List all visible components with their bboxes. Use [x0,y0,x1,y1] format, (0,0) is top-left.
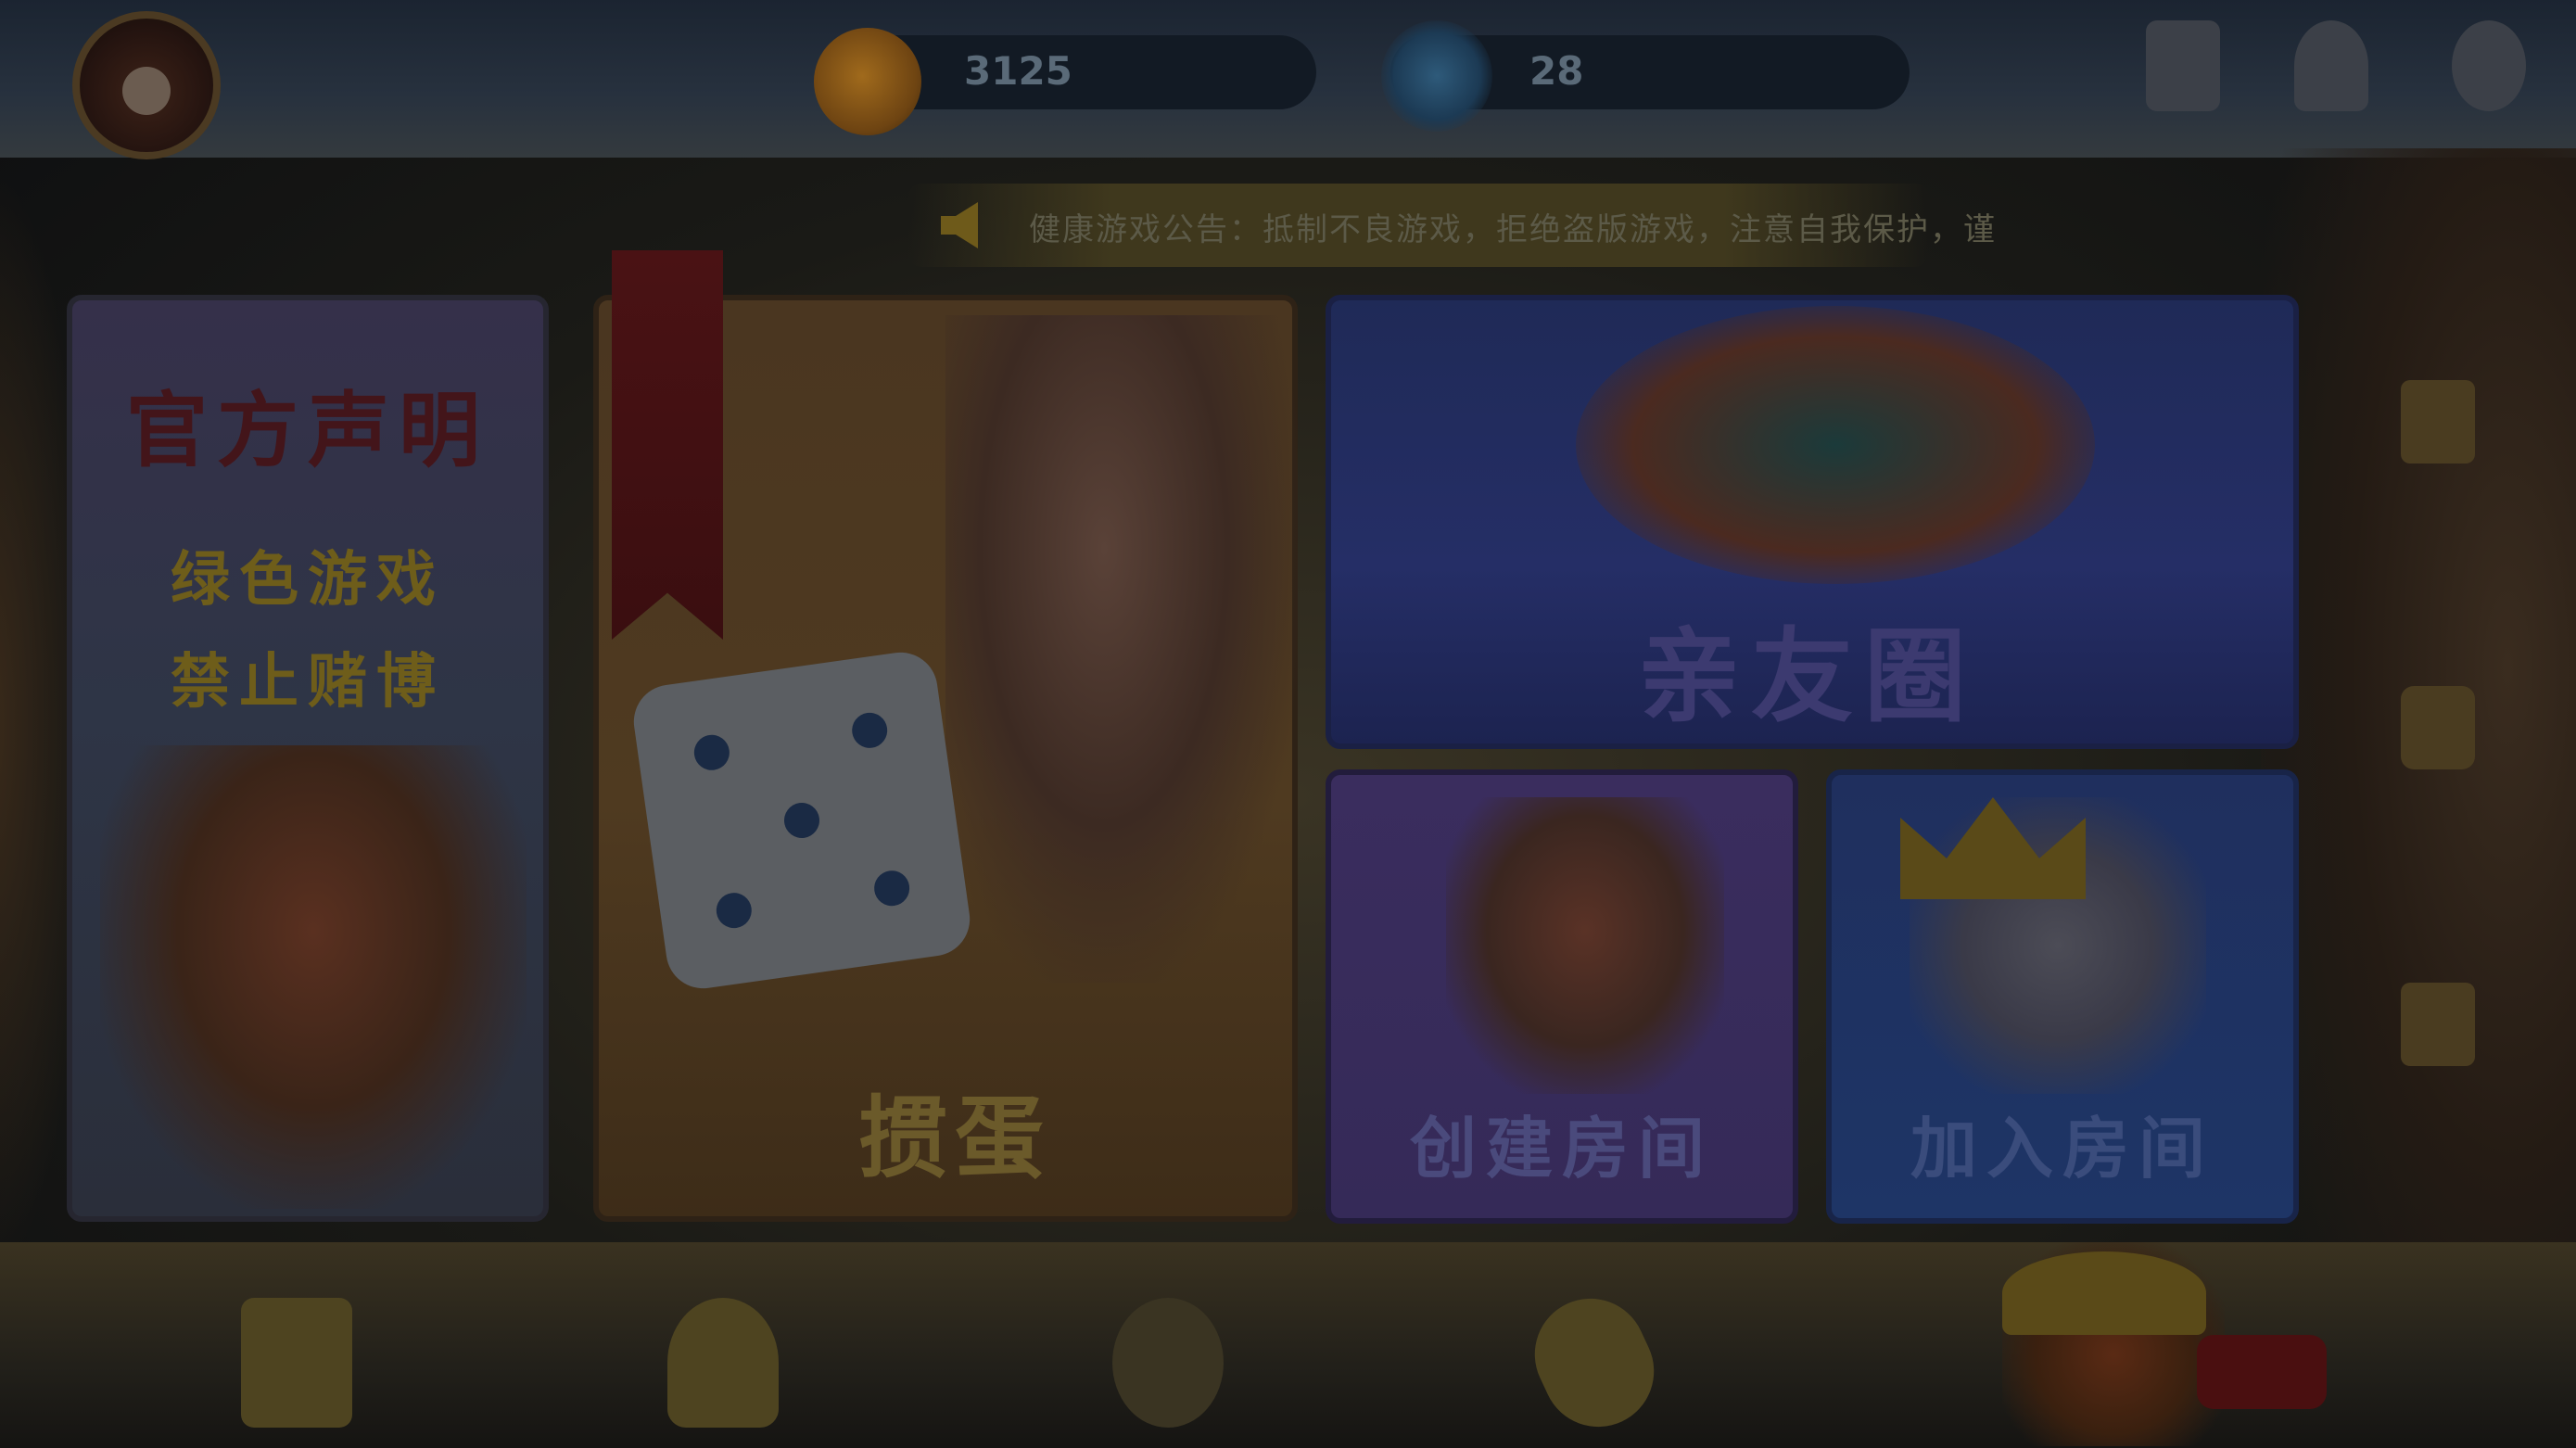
side-item-1[interactable] [2354,380,2521,547]
notice-text: 健康游戏公告：抵制不良游戏，拒绝盗版游戏，注意自我保护，谨 [1029,211,1997,248]
bottom-item-1-icon [241,1298,352,1428]
service-icon [2294,20,2368,111]
announcement-line-2: 禁止赌博 [171,648,445,717]
avatar-face [122,67,171,115]
mascot-image [100,745,527,1209]
dice-pip [692,732,732,773]
create-room-character [1446,797,1724,1094]
side-item-2[interactable] [2354,686,2521,853]
player-avatar[interactable] [72,11,221,159]
diamond-value: 28 [1529,48,1584,94]
join-room-title: 加入房间 [1910,1110,2214,1188]
dice-pip [871,868,912,908]
announcement-line-1: 绿色游戏 [171,546,445,615]
bottom-item-3-icon [1112,1298,1224,1428]
join-room-character [1910,797,2206,1094]
rules-button[interactable] [2132,20,2234,141]
gold-value: 3125 [964,48,1072,94]
dice-pip [714,890,755,931]
side-item-3[interactable] [2354,983,2521,1150]
side-item-2-icon [2401,686,2475,769]
dice-pip [781,800,822,841]
ribbon-banner [612,250,723,640]
dice-game-title: 掼蛋 [858,1086,1051,1190]
create-room-title: 创建房间 [1409,1110,1714,1188]
side-item-3-icon [2401,983,2475,1066]
friends-room-title: 亲友圈 [1638,617,1977,736]
rules-icon [2146,20,2220,111]
settings-button[interactable] [2438,20,2540,141]
trophy-icon [667,1298,779,1428]
gold-coin-icon [814,28,921,135]
announcement-panel[interactable]: 官方声明 绿色游戏 禁止赌博 [67,295,549,1222]
shop-badge[interactable] [2197,1335,2327,1409]
dice-pip [849,710,890,751]
diamond-icon [1381,20,1492,132]
dice-image [628,647,975,994]
friends-room-image [1576,306,2095,584]
announcement-title: 官方声明 [125,382,489,478]
side-item-1-icon [2401,380,2475,464]
service-button[interactable] [2280,20,2382,141]
character-image [945,315,1298,983]
settings-icon [2452,20,2526,111]
treasure-chest-lid [2002,1251,2206,1335]
